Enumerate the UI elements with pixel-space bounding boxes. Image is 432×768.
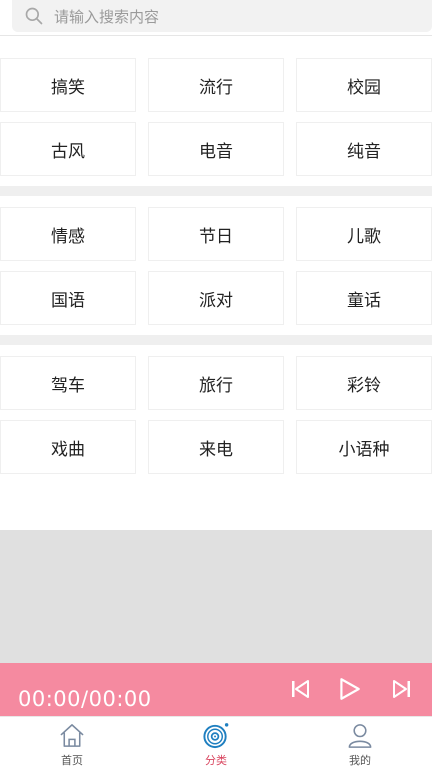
category-gufeng[interactable]: 古风 bbox=[0, 122, 136, 176]
category-liuxing[interactable]: 流行 bbox=[148, 58, 284, 112]
category-disc-icon bbox=[203, 723, 229, 749]
tab-category-label: 分类 bbox=[205, 754, 227, 767]
tab-mine-label: 我的 bbox=[349, 754, 371, 767]
search-bar: 请输入搜索内容 bbox=[0, 0, 432, 36]
category-jieri[interactable]: 节日 bbox=[148, 207, 284, 261]
category-gaoxiao[interactable]: 搞笑 bbox=[0, 58, 136, 112]
profile-icon bbox=[348, 724, 372, 748]
category-lvxing[interactable]: 旅行 bbox=[148, 356, 284, 410]
playback-time: 00:00/00:00 bbox=[18, 687, 152, 711]
category-tonghua[interactable]: 童话 bbox=[296, 271, 432, 325]
play-button[interactable] bbox=[336, 676, 362, 702]
category-guoyu[interactable]: 国语 bbox=[0, 271, 136, 325]
tab-mine[interactable]: 我的 bbox=[288, 717, 432, 768]
category-qinggan[interactable]: 情感 bbox=[0, 207, 136, 261]
category-row: 搞笑 流行 校园 bbox=[0, 58, 432, 112]
group-divider bbox=[0, 335, 432, 345]
category-row: 情感 节日 儿歌 bbox=[0, 207, 432, 261]
category-row: 古风 电音 纯音 bbox=[0, 122, 432, 176]
search-input[interactable]: 请输入搜索内容 bbox=[12, 0, 432, 32]
category-jiache[interactable]: 驾车 bbox=[0, 356, 136, 410]
category-row: 戏曲 来电 小语种 bbox=[0, 420, 432, 474]
search-placeholder: 请输入搜索内容 bbox=[54, 7, 160, 26]
tab-category[interactable]: 分类 bbox=[144, 717, 288, 768]
category-xiqu[interactable]: 戏曲 bbox=[0, 420, 136, 474]
app-root: 请输入搜索内容 搞笑 流行 校园 古风 电音 纯音 情感 节日 儿歌 国语 派对… bbox=[0, 0, 432, 768]
category-laidian[interactable]: 来电 bbox=[148, 420, 284, 474]
skip-previous-icon bbox=[292, 680, 309, 698]
search-icon bbox=[25, 7, 43, 25]
category-row: 驾车 旅行 彩铃 bbox=[0, 356, 432, 410]
next-button[interactable] bbox=[390, 677, 414, 701]
bottom-tab-bar: 首页 分类 我的 bbox=[0, 716, 432, 768]
category-group-1: 搞笑 流行 校园 古风 电音 纯音 bbox=[0, 58, 432, 176]
category-row: 国语 派对 童话 bbox=[0, 271, 432, 325]
empty-area bbox=[0, 530, 432, 663]
group-divider bbox=[0, 186, 432, 196]
category-erge[interactable]: 儿歌 bbox=[296, 207, 432, 261]
category-xiaoyuzhong[interactable]: 小语种 bbox=[296, 420, 432, 474]
category-dianyin[interactable]: 电音 bbox=[148, 122, 284, 176]
player-bar: 00:00/00:00 bbox=[0, 663, 432, 716]
category-xiaoyuan[interactable]: 校园 bbox=[296, 58, 432, 112]
previous-button[interactable] bbox=[288, 677, 312, 701]
tab-home[interactable]: 首页 bbox=[0, 717, 144, 768]
home-icon bbox=[60, 724, 84, 747]
skip-next-icon bbox=[393, 680, 410, 698]
category-group-3: 驾车 旅行 彩铃 戏曲 来电 小语种 bbox=[0, 356, 432, 474]
tab-home-label: 首页 bbox=[61, 754, 83, 767]
category-cailing[interactable]: 彩铃 bbox=[296, 356, 432, 410]
category-chunyin[interactable]: 纯音 bbox=[296, 122, 432, 176]
play-icon bbox=[340, 678, 360, 700]
category-groups: 搞笑 流行 校园 古风 电音 纯音 情感 节日 儿歌 国语 派对 童话 驾车 旅… bbox=[0, 54, 432, 484]
category-group-2: 情感 节日 儿歌 国语 派对 童话 bbox=[0, 207, 432, 325]
category-paidui[interactable]: 派对 bbox=[148, 271, 284, 325]
